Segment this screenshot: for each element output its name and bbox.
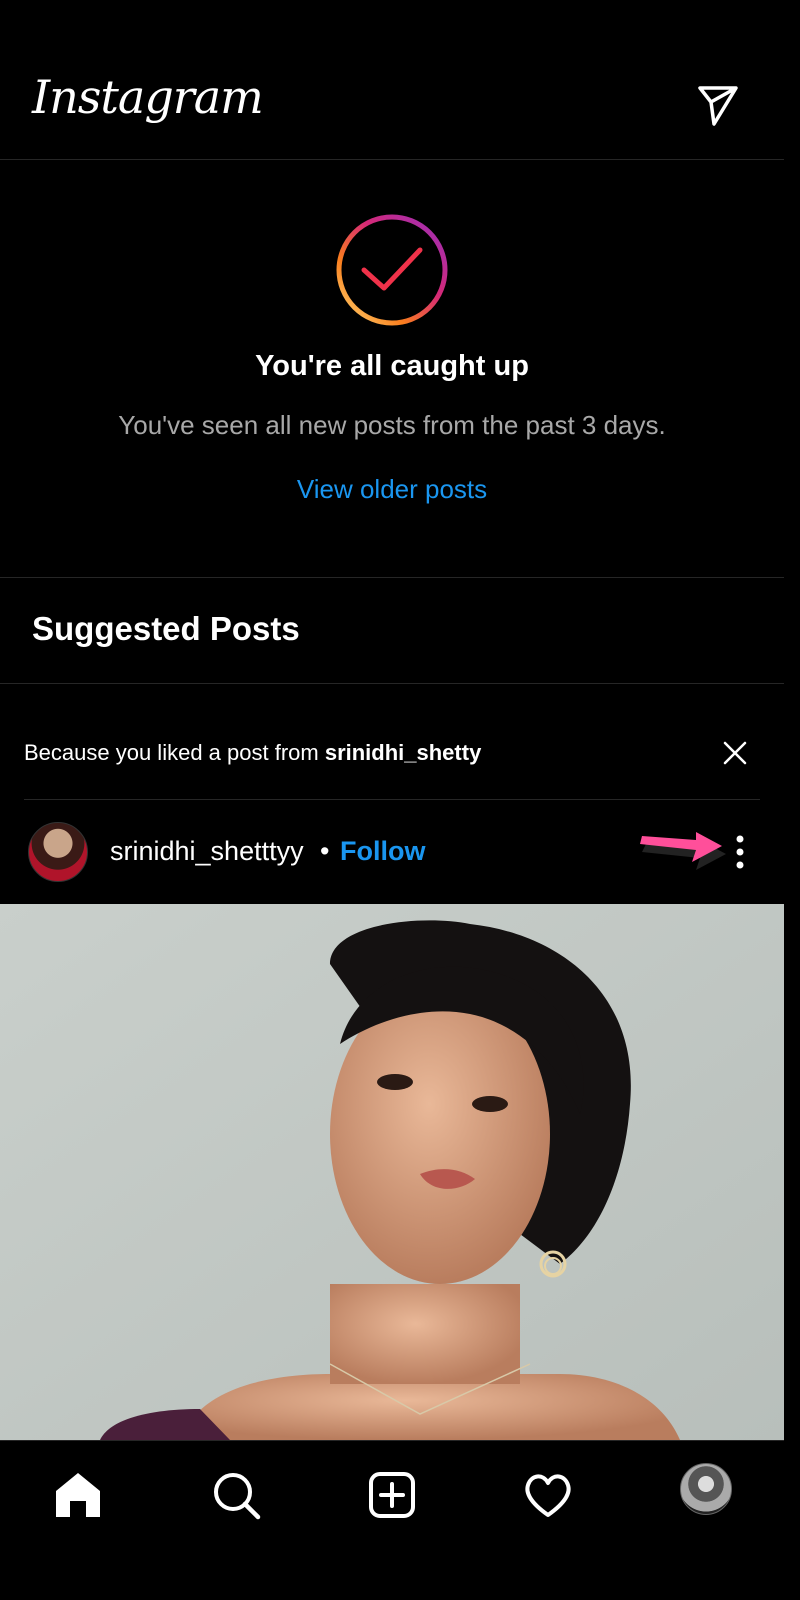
- post-image[interactable]: [0, 904, 784, 1440]
- post-username[interactable]: srinidhi_shetttyy: [110, 836, 304, 867]
- more-vertical-icon[interactable]: [726, 830, 754, 874]
- activity-heart-icon[interactable]: [518, 1465, 578, 1525]
- reason-username[interactable]: srinidhi_shetty: [325, 740, 481, 765]
- avatar[interactable]: [28, 822, 88, 882]
- suggestion-reason: Because you liked a post from srinidhi_s…: [24, 740, 481, 766]
- caught-up-title: You're all caught up: [255, 350, 529, 382]
- pink-arrow-icon: [636, 824, 728, 874]
- bottom-navigation: [0, 1440, 784, 1568]
- reason-prefix: Because you liked a post from: [24, 740, 325, 765]
- home-icon[interactable]: [48, 1465, 108, 1525]
- suggested-posts-heading: Suggested Posts: [32, 610, 300, 647]
- instagram-logo[interactable]: Instagram: [32, 70, 264, 124]
- caught-up-section: You're all caught up You've seen all new…: [0, 160, 784, 578]
- view-older-posts-link[interactable]: View older posts: [0, 474, 784, 505]
- separator-dot: •: [320, 836, 330, 866]
- follow-button[interactable]: Follow: [340, 836, 425, 867]
- suggestion-reason-row: Because you liked a post from srinidhi_s…: [24, 684, 760, 800]
- new-post-icon[interactable]: [362, 1465, 422, 1525]
- suggested-posts-header: Suggested Posts: [0, 578, 784, 684]
- paper-plane-icon[interactable]: [694, 80, 742, 128]
- caught-up-subtitle: You've seen all new posts from the past …: [118, 410, 666, 440]
- profile-avatar[interactable]: [680, 1463, 732, 1515]
- post-header: srinidhi_shetttyy • Follow: [0, 800, 784, 904]
- search-icon[interactable]: [206, 1465, 266, 1525]
- top-bar: Instagram: [0, 0, 784, 160]
- check-circle-icon: [334, 212, 450, 328]
- close-icon[interactable]: [720, 738, 750, 768]
